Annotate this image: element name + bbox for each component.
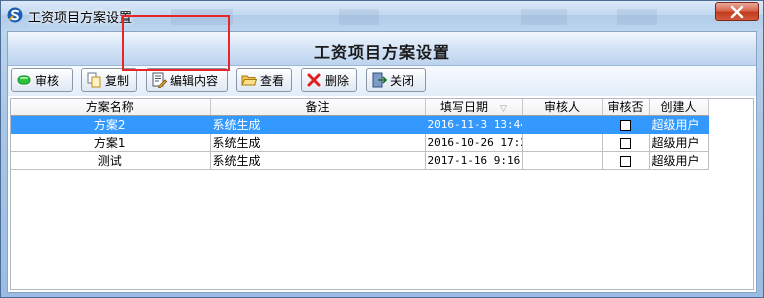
audit-button-label: 审核 [35, 73, 60, 88]
sort-indicator-icon: ▽ [500, 104, 507, 114]
green-pill-icon [17, 75, 31, 85]
cell-note[interactable]: 系统生成 [210, 133, 426, 152]
page-title: 工资项目方案设置 [313, 43, 450, 62]
table-header-row: 方案名称 备注 填写日期 ▽ 审核人 审核否 创建人 [10, 98, 709, 116]
table-row[interactable]: 测试 系统生成 2017-1-16 9:16:( 超级用户 [10, 151, 709, 170]
title-bar[interactable]: 工资项目方案设置 [1, 1, 763, 29]
column-header[interactable]: 备注 [210, 98, 426, 116]
cell-note[interactable]: 系统生成 [210, 115, 426, 134]
audit-button[interactable]: 审核 [11, 68, 73, 92]
column-header[interactable]: 方案名称 [10, 98, 211, 116]
copy-button[interactable]: 复制 [81, 68, 137, 92]
plan-table: 方案名称 备注 填写日期 ▽ 审核人 审核否 创建人 方案2 系统生成 2016-… [10, 98, 709, 170]
header-band: 工资项目方案设置 [8, 32, 756, 66]
cell-creator[interactable]: 超级用户 [649, 133, 709, 152]
cell-date[interactable]: 2016-11-3 13:44 [425, 115, 523, 134]
close-button[interactable]: 关闭 [366, 68, 426, 92]
exit-door-icon [372, 72, 387, 88]
window-close-button[interactable] [715, 2, 759, 21]
cell-plan-name[interactable]: 测试 [10, 151, 211, 170]
cell-auditor[interactable] [522, 115, 603, 134]
cell-date[interactable]: 2016-10-26 17:2: [425, 133, 523, 152]
edit-content-button[interactable]: 编辑内容 [146, 68, 228, 92]
app-window: 工资项目方案设置 工资项目方案设置 审核 复制 编辑内容 查看 删除 关闭 方案… [0, 0, 764, 298]
column-header[interactable]: 填写日期 ▽ [425, 98, 523, 116]
audited-checkbox[interactable] [620, 137, 631, 149]
column-header[interactable]: 审核否 [602, 98, 650, 116]
toolbar: 审核 复制 编辑内容 查看 删除 关闭 [8, 66, 756, 96]
delete-button-label: 删除 [325, 73, 350, 88]
background-tab-ghost [339, 9, 379, 25]
window-title: 工资项目方案设置 [28, 11, 133, 26]
delete-x-icon [307, 73, 321, 87]
background-tab-ghost [521, 9, 567, 25]
column-header[interactable]: 审核人 [522, 98, 603, 116]
close-button-label: 关闭 [390, 73, 415, 88]
table-row[interactable]: 方案1 系统生成 2016-10-26 17:2: 超级用户 [10, 133, 709, 152]
column-header[interactable]: 创建人 [649, 98, 709, 116]
cell-note[interactable]: 系统生成 [210, 151, 426, 170]
app-logo-icon [7, 7, 23, 23]
cell-audited[interactable] [602, 151, 650, 170]
copy-icon [87, 72, 101, 88]
view-button[interactable]: 查看 [236, 68, 292, 92]
background-tab-ghost [617, 9, 657, 25]
close-icon [730, 5, 744, 18]
table-row[interactable]: 方案2 系统生成 2016-11-3 13:44 超级用户 [10, 115, 709, 134]
cell-auditor[interactable] [522, 151, 603, 170]
edit-document-icon [152, 72, 167, 88]
cell-plan-name[interactable]: 方案2 [10, 115, 211, 134]
highlight-annotation-box [122, 15, 230, 71]
cell-date[interactable]: 2017-1-16 9:16:( [425, 151, 523, 170]
copy-button-label: 复制 [105, 73, 130, 88]
cell-audited[interactable] [602, 115, 650, 134]
audited-checkbox[interactable] [620, 155, 631, 167]
audited-checkbox[interactable] [620, 119, 631, 131]
cell-auditor[interactable] [522, 133, 603, 152]
cell-plan-name[interactable]: 方案1 [10, 133, 211, 152]
open-folder-icon [241, 75, 257, 86]
edit-content-button-label: 编辑内容 [170, 73, 219, 88]
client-area: 工资项目方案设置 审核 复制 编辑内容 查看 删除 关闭 方案名称 备注 填写日… [7, 31, 757, 293]
view-button-label: 查看 [260, 73, 285, 88]
cell-creator[interactable]: 超级用户 [649, 151, 709, 170]
cell-creator[interactable]: 超级用户 [649, 115, 709, 134]
cell-audited[interactable] [602, 133, 650, 152]
delete-button[interactable]: 删除 [301, 68, 357, 92]
